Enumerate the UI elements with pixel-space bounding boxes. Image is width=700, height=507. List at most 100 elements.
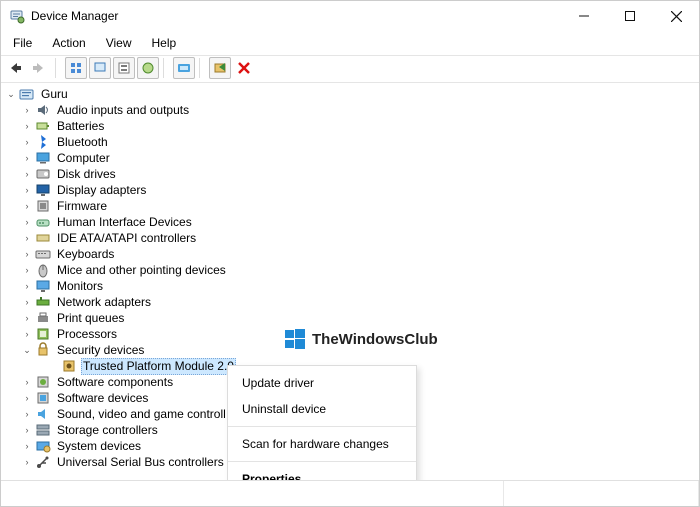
ctx-update-driver[interactable]: Update driver bbox=[228, 370, 416, 396]
toolbar-separator bbox=[163, 58, 169, 78]
sound-icon bbox=[35, 406, 51, 422]
toolbar-btn-4[interactable] bbox=[137, 57, 159, 79]
tree-item-firmware[interactable]: › Firmware bbox=[3, 198, 697, 214]
back-button[interactable] bbox=[5, 57, 27, 79]
status-cell bbox=[504, 481, 699, 506]
tree-item-hid[interactable]: › Human Interface Devices bbox=[3, 214, 697, 230]
chevron-right-icon[interactable]: › bbox=[21, 103, 33, 118]
system-icon bbox=[35, 438, 51, 454]
tree-item-label: Storage controllers bbox=[55, 423, 160, 438]
security-icon bbox=[35, 342, 51, 358]
chevron-right-icon[interactable]: › bbox=[21, 279, 33, 294]
toolbar bbox=[1, 55, 699, 83]
keyboard-icon bbox=[35, 246, 51, 262]
toolbar-remove-button[interactable] bbox=[233, 57, 255, 79]
menu-help[interactable]: Help bbox=[144, 33, 185, 53]
toolbar-separator bbox=[55, 58, 61, 78]
tree-item-bluetooth[interactable]: ›Bluetooth bbox=[3, 134, 697, 150]
watermark-text: TheWindowsClub bbox=[312, 331, 438, 348]
device-manager-icon bbox=[9, 8, 25, 24]
chevron-right-icon[interactable]: › bbox=[21, 439, 33, 454]
tree-item-label: Trusted Platform Module 2.0 bbox=[81, 358, 236, 375]
storage-icon bbox=[35, 422, 51, 438]
chevron-right-icon[interactable]: › bbox=[21, 295, 33, 310]
tree-item-label: System devices bbox=[55, 439, 143, 454]
toolbar-separator bbox=[199, 58, 205, 78]
tree-item-printer[interactable]: ›Print queues bbox=[3, 310, 697, 326]
tree-item-label: Computer bbox=[55, 151, 112, 166]
titlebar: Device Manager bbox=[1, 1, 699, 31]
tree-item-ide[interactable]: › IDE ATA/ATAPI controllers bbox=[3, 230, 697, 246]
ctx-scan-hardware[interactable]: Scan for hardware changes bbox=[228, 431, 416, 457]
minimize-button[interactable] bbox=[561, 1, 607, 31]
chevron-right-icon[interactable]: › bbox=[21, 247, 33, 262]
tree-item-network[interactable]: › Network adapters bbox=[3, 294, 697, 310]
toolbar-btn-2[interactable] bbox=[89, 57, 111, 79]
tree-item-label: Processors bbox=[55, 327, 119, 342]
toolbar-btn-5[interactable] bbox=[173, 57, 195, 79]
tree-item-label: Human Interface Devices bbox=[55, 215, 194, 230]
context-menu: Update driver Uninstall device Scan for … bbox=[227, 365, 417, 480]
tree-item-label: Monitors bbox=[55, 279, 105, 294]
chevron-right-icon[interactable]: › bbox=[21, 183, 33, 198]
chevron-right-icon[interactable]: › bbox=[21, 311, 33, 326]
forward-button[interactable] bbox=[29, 57, 51, 79]
menu-view[interactable]: View bbox=[98, 33, 140, 53]
chevron-right-icon[interactable]: › bbox=[21, 423, 33, 438]
chevron-down-icon[interactable]: ⌄ bbox=[21, 343, 33, 358]
window-controls bbox=[561, 1, 699, 31]
toolbar-btn-3[interactable] bbox=[113, 57, 135, 79]
tree-item-keyboard[interactable]: › Keyboards bbox=[3, 246, 697, 262]
chevron-right-icon[interactable]: › bbox=[21, 151, 33, 166]
printer-icon bbox=[35, 310, 51, 326]
close-button[interactable] bbox=[653, 1, 699, 31]
chevron-right-icon[interactable]: › bbox=[21, 215, 33, 230]
menu-file[interactable]: File bbox=[5, 33, 40, 53]
tree-item-label: Software components bbox=[55, 375, 175, 390]
menu-action[interactable]: Action bbox=[44, 33, 93, 53]
chevron-right-icon[interactable]: › bbox=[21, 455, 33, 470]
chevron-right-icon[interactable]: › bbox=[21, 167, 33, 182]
mouse-icon bbox=[35, 262, 51, 278]
tree-item-audio[interactable]: ›Audio inputs and outputs bbox=[3, 102, 697, 118]
tree-item-label: Network adapters bbox=[55, 295, 153, 310]
tree-item-label: Sound, video and game controll bbox=[55, 407, 228, 422]
chevron-down-icon[interactable]: ⌄ bbox=[5, 87, 17, 102]
tpm-icon bbox=[61, 358, 77, 374]
chevron-right-icon[interactable]: › bbox=[21, 327, 33, 342]
chevron-right-icon[interactable]: › bbox=[21, 231, 33, 246]
toolbar-btn-6[interactable] bbox=[209, 57, 231, 79]
tree-item-label: Firmware bbox=[55, 199, 109, 214]
computer-icon bbox=[35, 150, 51, 166]
watermark: TheWindowsClub bbox=[284, 328, 438, 350]
cpu-icon bbox=[35, 326, 51, 342]
tree-root[interactable]: ⌄Guru bbox=[3, 86, 697, 102]
chevron-right-icon[interactable]: › bbox=[21, 407, 33, 422]
tree-item-label: Keyboards bbox=[55, 247, 116, 262]
chevron-right-icon[interactable]: › bbox=[21, 135, 33, 150]
chevron-right-icon[interactable]: › bbox=[21, 119, 33, 134]
tree-item-label: Security devices bbox=[55, 343, 146, 358]
monitor-icon bbox=[35, 278, 51, 294]
toolbar-btn-1[interactable] bbox=[65, 57, 87, 79]
ctx-properties[interactable]: Properties bbox=[228, 466, 416, 480]
tree-item-label: Display adapters bbox=[55, 183, 148, 198]
chevron-right-icon[interactable]: › bbox=[21, 391, 33, 406]
tree-item-computer[interactable]: › Computer bbox=[3, 150, 697, 166]
tree-item-disk[interactable]: ›Disk drives bbox=[3, 166, 697, 182]
battery-icon bbox=[35, 118, 51, 134]
tree-item-label: IDE ATA/ATAPI controllers bbox=[55, 231, 198, 246]
chevron-right-icon[interactable]: › bbox=[21, 375, 33, 390]
tree-item-battery[interactable]: ›Batteries bbox=[3, 118, 697, 134]
maximize-button[interactable] bbox=[607, 1, 653, 31]
tree-item-display[interactable]: › Display adapters bbox=[3, 182, 697, 198]
tree-view[interactable]: ⌄Guru›Audio inputs and outputs›Batteries… bbox=[1, 83, 699, 480]
tree-item-mouse[interactable]: ›Mice and other pointing devices bbox=[3, 262, 697, 278]
chevron-right-icon[interactable]: › bbox=[21, 199, 33, 214]
status-cell bbox=[1, 481, 504, 506]
swcomp-icon bbox=[35, 374, 51, 390]
chevron-right-icon[interactable]: › bbox=[21, 263, 33, 278]
tree-item-monitor[interactable]: › Monitors bbox=[3, 278, 697, 294]
audio-icon bbox=[35, 102, 51, 118]
ctx-uninstall-device[interactable]: Uninstall device bbox=[228, 396, 416, 422]
